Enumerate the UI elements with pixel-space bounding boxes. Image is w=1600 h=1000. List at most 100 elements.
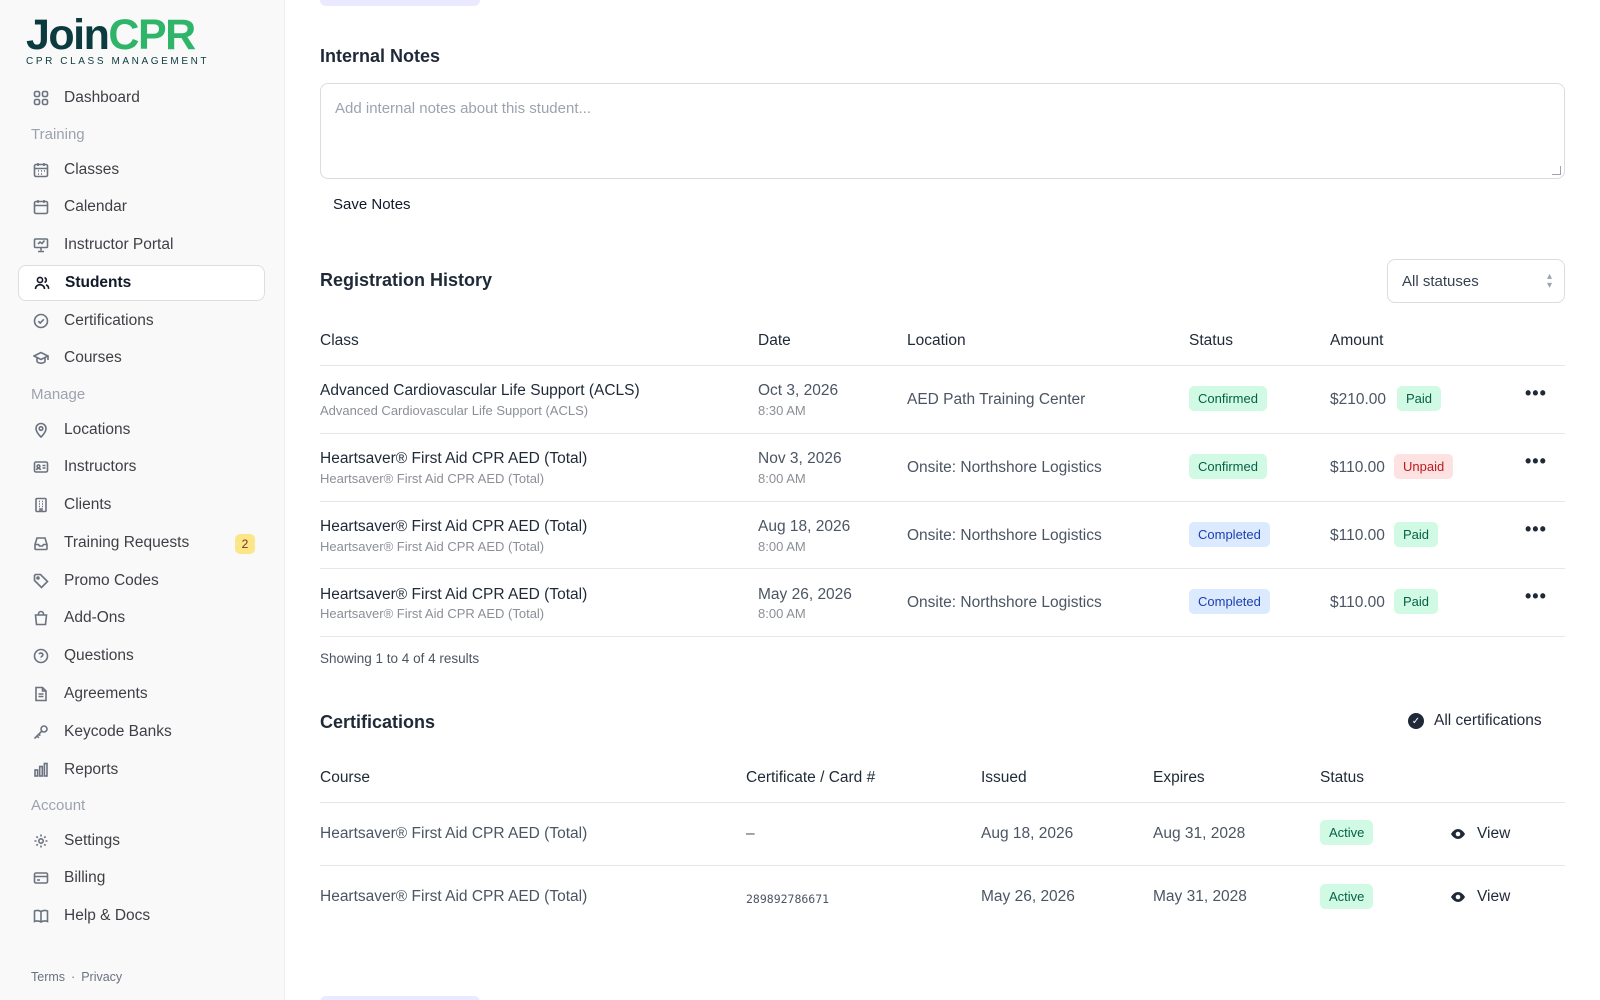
all-certifications-label: All certifications [1434, 712, 1542, 729]
payment-badge: Paid [1394, 589, 1439, 614]
view-certificate-button[interactable]: View [1450, 825, 1510, 843]
key-icon [32, 723, 50, 741]
status-filter-value: All statuses [1402, 272, 1479, 290]
column-header-expires: Expires [1153, 769, 1205, 786]
status-badge: Active [1320, 884, 1374, 909]
sidebar-item-questions[interactable]: Questions [18, 638, 265, 674]
amount: $110.00 [1330, 459, 1385, 476]
privacy-link[interactable]: Privacy [81, 970, 122, 984]
users-icon [33, 274, 51, 292]
resize-handle-icon[interactable] [1552, 166, 1561, 175]
internal-notes-title: Internal Notes [320, 46, 441, 66]
class-location: AED Path Training Center [907, 391, 1086, 408]
class-location: Onsite: Northshore Logistics [907, 459, 1102, 476]
certifications-title: Certifications [320, 712, 436, 732]
class-name[interactable]: Heartsaver® First Aid CPR AED (Total) [320, 518, 587, 536]
column-header-course: Course [320, 769, 370, 786]
cert-issued: May 26, 2026 [981, 888, 1075, 905]
sidebar-item-keycode-banks[interactable]: Keycode Banks [18, 714, 265, 750]
status-badge: Confirmed [1189, 454, 1267, 479]
class-subtitle: Advanced Cardiovascular Life Support (AC… [320, 403, 589, 418]
class-name[interactable]: Heartsaver® First Aid CPR AED (Total) [320, 586, 587, 604]
tag-icon [32, 572, 50, 590]
sidebar-item-add-ons[interactable]: Add-Ons [18, 600, 265, 636]
class-date: Aug 18, 2026 [758, 518, 851, 535]
column-header-card-number: Certificate / Card # [746, 769, 876, 786]
all-certifications-toggle[interactable]: ✓ All certifications [1408, 712, 1542, 730]
internal-notes-textarea[interactable]: Add internal notes about this student... [320, 83, 1565, 179]
status-badge: Confirmed [1189, 386, 1267, 411]
sidebar-item-help-docs[interactable]: Help & Docs [18, 898, 265, 934]
sidebar-item-clients[interactable]: Clients [18, 487, 265, 523]
presentation-icon [32, 236, 50, 254]
footer-separator: · [71, 970, 76, 984]
sidebar-item-instructor-portal[interactable]: Instructor Portal [18, 227, 265, 263]
sidebar-item-label: Promo Codes [64, 572, 159, 589]
sidebar-item-label: Add-Ons [64, 609, 126, 626]
sidebar-item-agreements[interactable]: Agreements [18, 676, 265, 712]
sidebar-item-label: Calendar [64, 198, 127, 215]
sidebar-item-dashboard[interactable]: Dashboard [18, 80, 265, 116]
building-icon [32, 496, 50, 514]
column-header-date: Date [758, 332, 791, 349]
cert-issued: Aug 18, 2026 [981, 825, 1074, 842]
cert-course: Heartsaver® First Aid CPR AED (Total) [320, 825, 588, 842]
eye-icon [1451, 892, 1465, 902]
save-notes-button[interactable]: Save Notes [333, 196, 411, 213]
sidebar-item-settings[interactable]: Settings [18, 823, 265, 859]
sidebar-item-label: Instructors [64, 458, 137, 475]
sidebar-item-courses[interactable]: Courses [18, 340, 265, 376]
sidebar-item-instructors[interactable]: Instructors [18, 449, 265, 485]
cert-expires: Aug 31, 2028 [1153, 825, 1246, 842]
eye-icon [1451, 829, 1465, 839]
file-text-icon [32, 685, 50, 703]
view-label: View [1477, 825, 1511, 842]
section-training: Training [31, 126, 85, 143]
check-circle-icon [32, 312, 50, 330]
help-circle-icon [32, 647, 50, 665]
class-date: Nov 3, 2026 [758, 450, 842, 467]
class-subtitle: Heartsaver® First Aid CPR AED (Total) [320, 539, 545, 554]
map-pin-icon [32, 421, 50, 439]
sidebar-item-locations[interactable]: Locations [18, 412, 265, 448]
sidebar-footer: Terms · Privacy [31, 970, 122, 984]
sidebar-item-promo-codes[interactable]: Promo Codes [18, 563, 265, 599]
class-name[interactable]: Heartsaver® First Aid CPR AED (Total) [320, 450, 587, 468]
cert-course: Heartsaver® First Aid CPR AED (Total) [320, 888, 588, 905]
class-location: Onsite: Northshore Logistics [907, 594, 1102, 611]
class-date: Oct 3, 2026 [758, 382, 839, 399]
section-account: Account [31, 797, 86, 814]
sidebar-item-reports[interactable]: Reports [18, 752, 265, 788]
more-horizontal-icon[interactable]: ••• [1525, 519, 1547, 540]
view-certificate-button[interactable]: View [1450, 888, 1510, 906]
amount: $210.00 [1330, 391, 1387, 408]
class-location: Onsite: Northshore Logistics [907, 527, 1102, 544]
partial-action-button-bottom[interactable] [320, 996, 480, 1000]
class-name[interactable]: Advanced Cardiovascular Life Support (AC… [320, 382, 640, 400]
inbox-icon [32, 534, 50, 552]
terms-link[interactable]: Terms [31, 970, 65, 984]
credit-card-icon [32, 869, 50, 887]
status-filter-select[interactable]: All statuses ▴ ▾ [1387, 259, 1565, 303]
table-divider [320, 501, 1565, 502]
partial-action-button-top[interactable] [320, 0, 480, 6]
more-horizontal-icon[interactable]: ••• [1525, 586, 1547, 607]
sidebar-item-training-requests[interactable]: Training Requests 2 [18, 525, 265, 561]
sidebar-item-classes[interactable]: Classes [18, 152, 265, 188]
sidebar-item-billing[interactable]: Billing [18, 860, 265, 896]
sidebar-item-label: Billing [64, 869, 106, 886]
results-count: Showing 1 to 4 of 4 results [320, 651, 480, 666]
sidebar-item-students[interactable]: Students [18, 265, 265, 301]
sidebar-item-label: Certifications [64, 312, 154, 329]
amount: $110.00 [1330, 527, 1385, 544]
sidebar-item-certifications[interactable]: Certifications [18, 303, 265, 339]
notes-placeholder: Add internal notes about this student... [335, 100, 592, 117]
sidebar-item-label: Locations [64, 421, 131, 438]
brand-logo[interactable]: JoinCPR CPR CLASS MANAGEMENT [26, 12, 209, 67]
column-header-amount: Amount [1330, 332, 1384, 349]
sidebar-item-label: Courses [64, 349, 122, 366]
more-horizontal-icon[interactable]: ••• [1525, 383, 1547, 404]
sidebar-item-calendar[interactable]: Calendar [18, 189, 265, 225]
more-horizontal-icon[interactable]: ••• [1525, 451, 1547, 472]
calendar-grid-icon [32, 161, 50, 179]
